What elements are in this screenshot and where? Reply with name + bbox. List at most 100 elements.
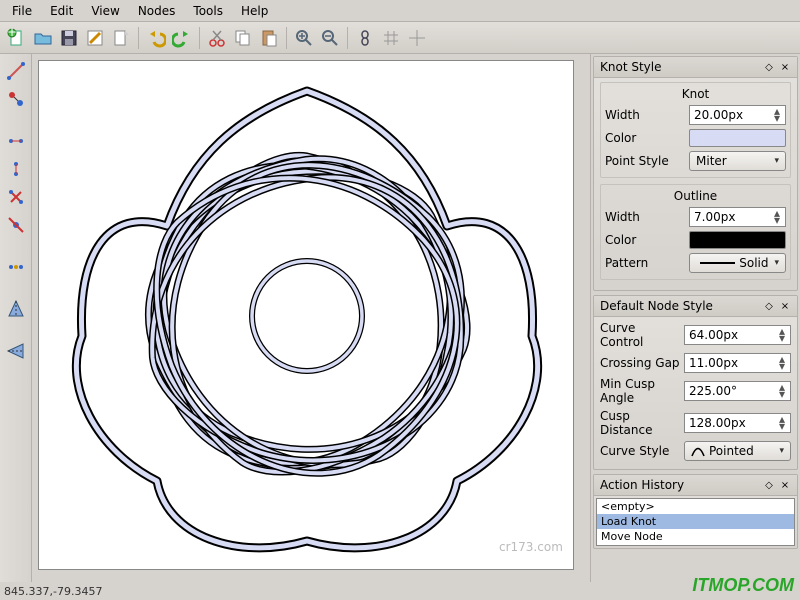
mirror-h-tool[interactable] [3, 296, 29, 322]
point-style-dropdown[interactable]: Miter▾ [689, 151, 786, 171]
pattern-label: Pattern [605, 256, 685, 270]
vjoin-icon [6, 159, 26, 179]
arrange-icon [6, 257, 26, 277]
crosshair-icon [407, 28, 427, 48]
paste-button[interactable] [256, 25, 282, 51]
save-icon [59, 28, 79, 48]
node-tool[interactable] [3, 86, 29, 112]
curve-control-spinner[interactable]: 64.00px▴▾ [684, 325, 791, 345]
crossing-gap-spinner[interactable]: 11.00px▴▾ [684, 353, 791, 373]
curve-control-label: Curve Control [600, 321, 680, 349]
chevron-down-icon: ▾ [774, 156, 779, 166]
zoom-out-icon [320, 28, 340, 48]
crossing-gap-label: Crossing Gap [600, 356, 680, 370]
cut-button[interactable] [204, 25, 230, 51]
cusp-distance-label: Cusp Distance [600, 409, 680, 437]
open-icon [33, 28, 53, 48]
curve-style-label: Curve Style [600, 444, 680, 458]
close-icon[interactable]: × [779, 479, 791, 491]
panel-title: Knot Style [600, 60, 759, 74]
menu-view[interactable]: View [83, 2, 127, 20]
history-item[interactable]: Move Node [597, 529, 794, 544]
outline-width-label: Width [605, 210, 685, 224]
arrange-tool[interactable] [3, 254, 29, 280]
export-button[interactable] [108, 25, 134, 51]
knot-subgroup-label: Knot [605, 87, 786, 101]
redo-button[interactable] [169, 25, 195, 51]
mirror-h-icon [6, 299, 26, 319]
copy-icon [233, 28, 253, 48]
delete-node-icon [6, 215, 26, 235]
knot-width-spinner[interactable]: 20.00px▴▾ [689, 105, 786, 125]
vjoin-tool[interactable] [3, 156, 29, 182]
save-as-button[interactable] [82, 25, 108, 51]
knot-icon [355, 28, 375, 48]
svg-text:+: + [7, 28, 17, 39]
tool-strip [0, 54, 32, 582]
menu-tools[interactable]: Tools [185, 2, 231, 20]
hjoin-icon [6, 131, 26, 151]
detach-icon[interactable]: ◇ [763, 300, 775, 312]
node-icon [6, 89, 26, 109]
detach-icon[interactable]: ◇ [763, 479, 775, 491]
save-button[interactable] [56, 25, 82, 51]
delete-node-tool[interactable] [3, 212, 29, 238]
min-cusp-angle-spinner[interactable]: 225.00°▴▾ [684, 381, 791, 401]
open-button[interactable] [30, 25, 56, 51]
mirror-v-tool[interactable] [3, 338, 29, 364]
page-watermark: ITMOP.COM [692, 575, 794, 596]
curve-style-dropdown[interactable]: Pointed▾ [684, 441, 791, 461]
cut-icon [207, 28, 227, 48]
grid-icon [381, 28, 401, 48]
copy-button[interactable] [230, 25, 256, 51]
main-toolbar: + [0, 22, 800, 54]
menu-file[interactable]: File [4, 2, 40, 20]
new-icon: + [7, 28, 27, 48]
chevron-down-icon: ▾ [779, 446, 784, 456]
solid-line-icon [700, 262, 735, 264]
menu-edit[interactable]: Edit [42, 2, 81, 20]
cross-tool[interactable] [3, 184, 29, 210]
zoom-out-button[interactable] [317, 25, 343, 51]
menu-bar: File Edit View Nodes Tools Help [0, 0, 800, 22]
status-coordinates: 845.337,-79.3457 [4, 585, 102, 598]
pointed-icon [691, 445, 705, 457]
close-icon[interactable]: × [779, 61, 791, 73]
paste-icon [259, 28, 279, 48]
chevron-down-icon: ▾ [774, 258, 779, 268]
zoom-in-button[interactable] [291, 25, 317, 51]
menu-help[interactable]: Help [233, 2, 276, 20]
crosshair-button[interactable] [404, 25, 430, 51]
menu-nodes[interactable]: Nodes [130, 2, 184, 20]
history-item[interactable]: <empty> [597, 499, 794, 514]
drawing-canvas[interactable]: cr173.com [38, 60, 574, 570]
outline-color-swatch[interactable] [689, 231, 786, 249]
new-button[interactable]: + [4, 25, 30, 51]
export-icon [111, 28, 131, 48]
undo-button[interactable] [143, 25, 169, 51]
panel-knot-style: Knot Style ◇ × Knot Width 20.00px▴▾ Colo… [593, 56, 798, 291]
knot-color-swatch[interactable] [689, 129, 786, 147]
cusp-distance-spinner[interactable]: 128.00px▴▾ [684, 413, 791, 433]
pattern-dropdown[interactable]: Solid▾ [689, 253, 786, 273]
hjoin-tool[interactable] [3, 128, 29, 154]
outline-color-label: Color [605, 233, 685, 247]
save-as-icon [85, 28, 105, 48]
history-item-selected[interactable]: Load Knot [597, 514, 794, 529]
redo-icon [172, 28, 192, 48]
edge-tool[interactable] [3, 58, 29, 84]
detach-icon[interactable]: ◇ [763, 61, 775, 73]
edge-icon [6, 61, 26, 81]
panel-title: Action History [600, 478, 759, 492]
close-icon[interactable]: × [779, 300, 791, 312]
outline-width-spinner[interactable]: 7.00px▴▾ [689, 207, 786, 227]
knot-plugin-button[interactable] [352, 25, 378, 51]
undo-icon [146, 28, 166, 48]
action-history-list[interactable]: <empty> Load Knot Move Node [596, 498, 795, 546]
point-style-label: Point Style [605, 154, 685, 168]
outline-subgroup-label: Outline [605, 189, 786, 203]
panel-title: Default Node Style [600, 299, 759, 313]
min-cusp-angle-label: Min Cusp Angle [600, 377, 680, 405]
grid-button[interactable] [378, 25, 404, 51]
panel-default-node-style: Default Node Style ◇ × Curve Control 64.… [593, 295, 798, 470]
